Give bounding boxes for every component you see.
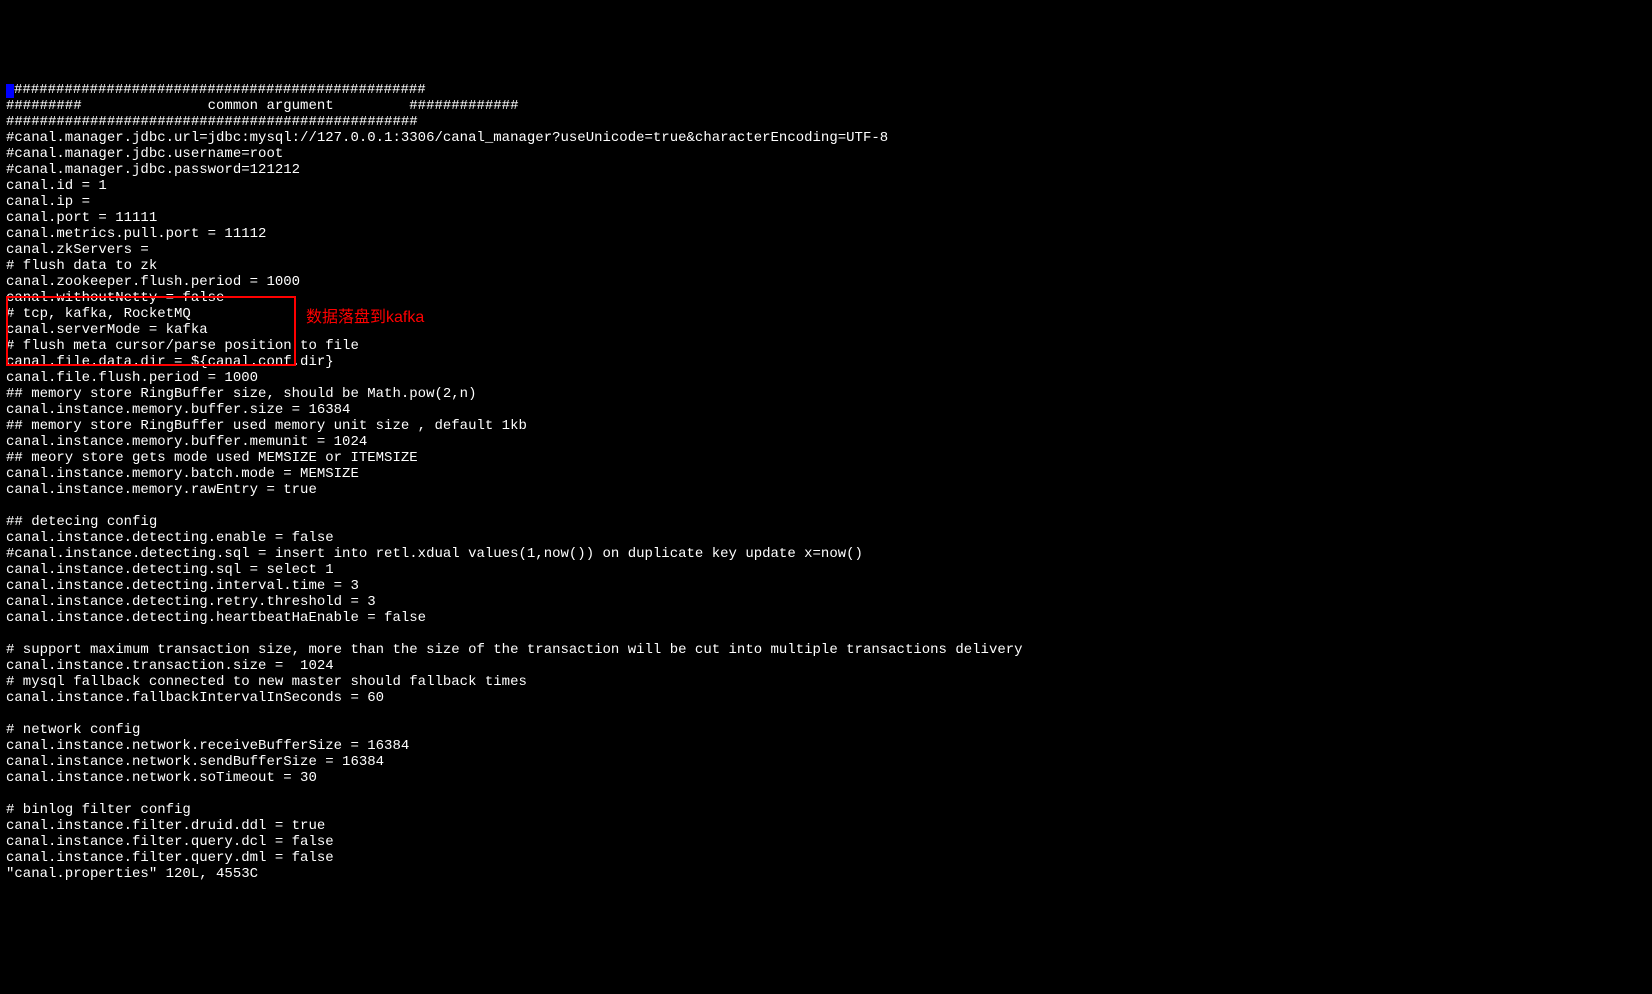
cursor [6,84,14,98]
config-line: canal.id = 1 [6,178,107,194]
config-line: canal.instance.memory.buffer.size = 1638… [6,402,350,418]
config-line: #canal.instance.detecting.sql = insert i… [6,546,863,562]
config-line: canal.instance.detecting.enable = false [6,530,334,546]
config-line: #canal.manager.jdbc.url=jdbc:mysql://127… [6,130,888,146]
config-line: canal.zkServers = [6,242,149,258]
config-line: # binlog filter config [6,802,191,818]
config-line: canal.instance.fallbackIntervalInSeconds… [6,690,384,706]
config-line: canal.instance.memory.buffer.memunit = 1… [6,434,367,450]
config-line: canal.instance.network.sendBufferSize = … [6,754,384,770]
config-line: # tcp, kafka, RocketMQ [6,306,191,322]
config-line: ## memory store RingBuffer used memory u… [6,418,527,434]
config-line: canal.instance.memory.rawEntry = true [6,482,317,498]
status-line: "canal.properties" 120L, 4553C [6,866,258,882]
config-line: canal.ip = [6,194,90,210]
annotation-text: 数据落盘到kafka [306,310,424,326]
config-line: canal.instance.detecting.retry.threshold… [6,594,376,610]
config-line: ## meory store gets mode used MEMSIZE or… [6,450,418,466]
config-line: canal.port = 11111 [6,210,157,226]
config-line: canal.file.data.dir = ${canal.conf.dir} [6,354,334,370]
config-line: ########################################… [14,82,426,98]
config-line: # network config [6,722,140,738]
config-line: canal.instance.memory.batch.mode = MEMSI… [6,466,359,482]
config-line: canal.instance.filter.query.dml = false [6,850,334,866]
config-line: canal.serverMode = kafka [6,322,208,338]
config-line: # mysql fallback connected to new master… [6,674,527,690]
config-line: #canal.manager.jdbc.password=121212 [6,162,300,178]
config-line: # support maximum transaction size, more… [6,642,1023,658]
config-line: ## memory store RingBuffer size, should … [6,386,476,402]
config-line: ########################################… [6,114,418,130]
config-line: canal.file.flush.period = 1000 [6,370,258,386]
config-line: canal.instance.detecting.interval.time =… [6,578,359,594]
config-line: canal.zookeeper.flush.period = 1000 [6,274,300,290]
terminal-output[interactable]: ########################################… [6,66,1646,914]
config-line: canal.instance.detecting.sql = select 1 [6,562,334,578]
config-line: ## detecing config [6,514,157,530]
config-line: canal.instance.filter.druid.ddl = true [6,818,325,834]
config-line: canal.withoutNetty = false [6,290,224,306]
config-line: canal.metrics.pull.port = 11112 [6,226,266,242]
config-line: canal.instance.network.receiveBufferSize… [6,738,409,754]
config-line: canal.instance.detecting.heartbeatHaEnab… [6,610,426,626]
config-line: canal.instance.transaction.size = 1024 [6,658,334,674]
config-line: # flush meta cursor/parse position to fi… [6,338,359,354]
config-line: # flush data to zk [6,258,157,274]
config-line: canal.instance.filter.query.dcl = false [6,834,334,850]
config-line: ######### common argument ############# [6,98,518,114]
config-line: canal.instance.network.soTimeout = 30 [6,770,317,786]
config-line: #canal.manager.jdbc.username=root [6,146,283,162]
